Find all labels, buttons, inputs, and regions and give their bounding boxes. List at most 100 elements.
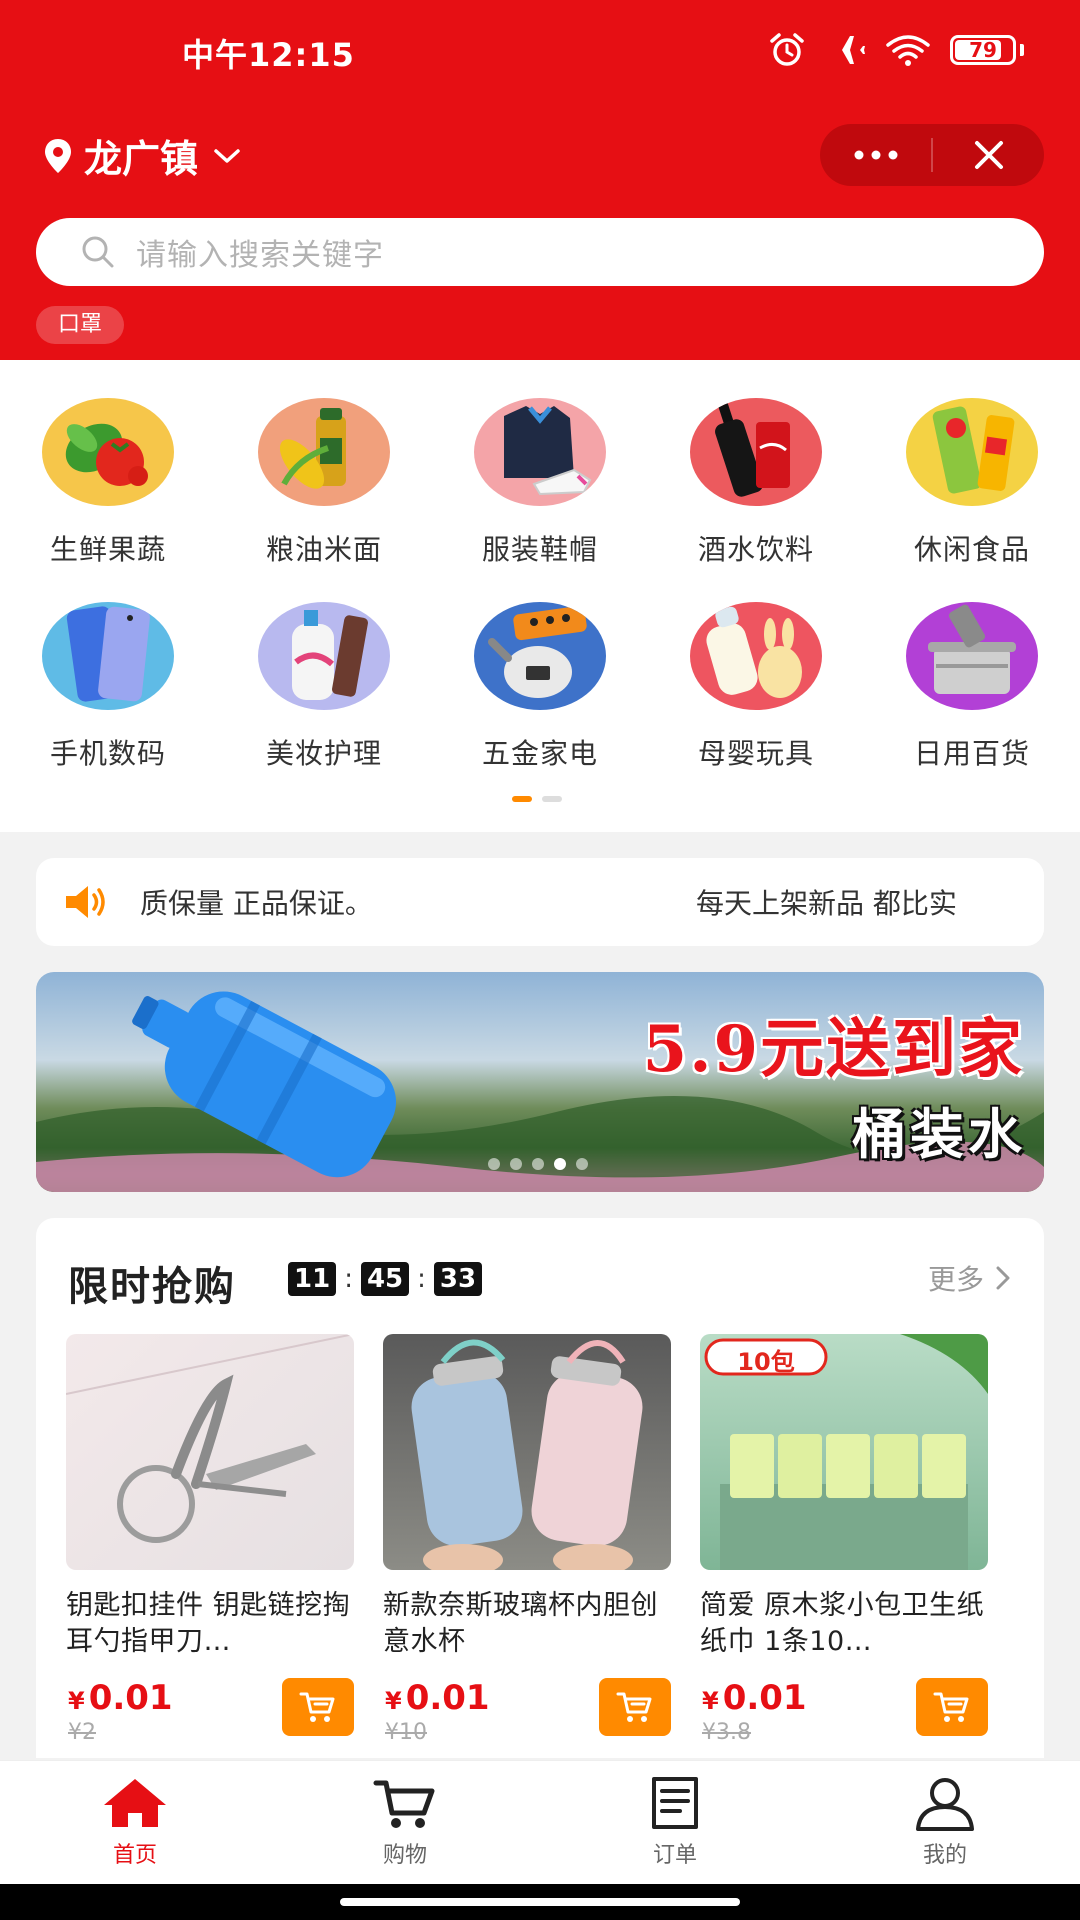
category-grid: 生鲜果蔬 粮油米面 服装鞋帽 酒水饮料 休闲食品 手机数码 美妆护理 五金家电 … [0, 360, 1080, 832]
tab-home[interactable]: 首页 [0, 1761, 270, 1884]
tab-label: 购物 [382, 1843, 427, 1868]
category-item-clothing[interactable]: 服装鞋帽 [432, 360, 648, 566]
page-dot-active [512, 796, 532, 802]
category-label: 日用百货 [913, 737, 1030, 770]
battery-cap [1020, 44, 1024, 56]
category-item-household[interactable]: 日用百货 [864, 564, 1080, 770]
add-to-cart-button[interactable] [599, 1678, 671, 1736]
flash-sale-section: 限时抢购 11 : 45 : 33 更多 钥匙扣挂件 钥匙链挖掏耳勺指甲刀… ¥… [36, 1218, 1044, 1758]
tab-label: 我的 [922, 1843, 967, 1868]
countdown-separator: : [417, 1264, 426, 1294]
wifi-icon [886, 35, 930, 66]
category-label: 粮油米面 [265, 533, 382, 566]
drinks-icon [690, 398, 822, 506]
hot-search-tag[interactable]: 口罩 [36, 306, 125, 344]
category-item-grain[interactable]: 粮油米面 [216, 360, 432, 566]
alarm-icon [770, 33, 804, 66]
countdown-seconds: 33 [433, 1262, 483, 1296]
mini-program-capsule [820, 124, 1044, 186]
price-row: ¥0.01 ¥2 [66, 1678, 354, 1745]
product-badge: 10包 [737, 1348, 795, 1376]
cart-icon [933, 1692, 969, 1722]
category-item-baby[interactable]: 母婴玩具 [648, 564, 864, 770]
product-image-cups [383, 1334, 671, 1570]
chevron-right-icon [996, 1266, 1010, 1290]
promo-banner[interactable]: 5.9元送到家 桶装水 [36, 972, 1044, 1192]
product-original-price: ¥2 [68, 1720, 96, 1745]
bottom-tab-bar: 首页 购物 订单 我的 [0, 1760, 1080, 1884]
household-icon [906, 602, 1038, 710]
category-item-appliance[interactable]: 五金家电 [432, 564, 648, 770]
header: 中午12:15 79 龙广镇 请输入搜索关键字 口罩 [0, 0, 1080, 360]
cart-icon [373, 1780, 435, 1828]
product-card[interactable]: 10包 简爱 原木浆小包卫生纸 纸巾 1条10… ¥0.01 ¥3.8 [700, 1334, 988, 1745]
cart-icon [299, 1692, 335, 1722]
home-indicator[interactable] [340, 1898, 740, 1906]
tab-profile[interactable]: 我的 [810, 1761, 1080, 1884]
category-item-snacks[interactable]: 休闲食品 [864, 360, 1080, 566]
product-price: ¥0.01 [385, 1678, 490, 1718]
countdown-hours: 11 [288, 1262, 337, 1296]
banner-subtitle: 桶装水 [852, 1102, 1026, 1166]
cosmetics-icon [258, 602, 390, 710]
notice-bar[interactable]: 质保量 正品保证。 每天上架新品 都比实 [36, 858, 1044, 946]
search-placeholder: 请输入搜索关键字 [136, 238, 384, 273]
appliance-icon [474, 602, 606, 710]
close-button[interactable] [933, 124, 1044, 186]
notice-fade [984, 858, 1044, 946]
grain-oil-icon [258, 398, 390, 506]
status-bar: 中午12:15 79 [0, 0, 1080, 100]
banner-dot [510, 1158, 522, 1170]
more-link[interactable]: 更多 [928, 1258, 1016, 1298]
price-row: ¥0.01 ¥3.8 [700, 1678, 988, 1745]
search-icon [82, 236, 114, 268]
category-label: 手机数码 [49, 737, 166, 770]
close-icon [974, 141, 1003, 169]
notice-text: 每天上架新品 都比实 [696, 887, 957, 920]
tab-label: 首页 [112, 1843, 157, 1868]
more-button[interactable] [820, 124, 931, 186]
status-icons: 79 [768, 32, 1024, 68]
speaker-icon [66, 886, 105, 918]
product-card[interactable]: 新款奈斯玻璃杯内胆创意水杯 ¥0.01 ¥10 [383, 1334, 671, 1745]
banner-title: 5.9元送到家 [642, 1012, 1024, 1087]
clothing-icon [474, 398, 606, 506]
price-row: ¥0.01 ¥10 [383, 1678, 671, 1745]
product-price: ¥0.01 [702, 1678, 807, 1718]
tab-shopping[interactable]: 购物 [270, 1761, 540, 1884]
add-to-cart-button[interactable] [282, 1678, 354, 1736]
banner-dot [576, 1158, 588, 1170]
product-name: 钥匙扣挂件 钥匙链挖掏耳勺指甲刀… [66, 1590, 351, 1657]
location-selector[interactable]: 龙广镇 [42, 128, 244, 183]
notice-text: 质保量 正品保证。 [140, 887, 373, 920]
search-input[interactable]: 请输入搜索关键字 [36, 218, 1044, 286]
product-original-price: ¥3.8 [702, 1720, 751, 1745]
add-to-cart-button[interactable] [916, 1678, 988, 1736]
category-label: 酒水饮料 [697, 533, 814, 566]
location-pin-icon [45, 138, 71, 173]
product-name: 新款奈斯玻璃杯内胆创意水杯 [383, 1590, 658, 1657]
product-original-price: ¥10 [385, 1720, 427, 1745]
banner-dot [532, 1158, 544, 1170]
category-label: 美妆护理 [265, 737, 382, 770]
baby-toys-icon [690, 602, 822, 710]
location-name: 龙广镇 [84, 137, 199, 181]
category-item-digital[interactable]: 手机数码 [0, 564, 216, 770]
countdown-timer: 11 : 45 : 33 [288, 1262, 483, 1296]
tab-orders[interactable]: 订单 [540, 1761, 810, 1884]
category-item-beauty[interactable]: 美妆护理 [216, 564, 432, 770]
category-label: 生鲜果蔬 [49, 533, 166, 566]
page-dot [542, 796, 562, 802]
tab-label: 订单 [652, 1843, 697, 1868]
flash-sale-title: 限时抢购 [68, 1264, 236, 1310]
home-icon [104, 1779, 166, 1827]
product-card[interactable]: 钥匙扣挂件 钥匙链挖掏耳勺指甲刀… ¥0.01 ¥2 [66, 1334, 354, 1745]
category-item-drinks[interactable]: 酒水饮料 [648, 360, 864, 566]
battery-indicator: 79 [950, 35, 1016, 65]
category-item-fresh[interactable]: 生鲜果蔬 [0, 360, 216, 566]
chevron-down-icon [214, 148, 240, 163]
banner-dot [488, 1158, 500, 1170]
category-label: 母婴玩具 [697, 737, 814, 770]
category-label: 休闲食品 [913, 533, 1030, 566]
order-list-icon [652, 1777, 698, 1829]
